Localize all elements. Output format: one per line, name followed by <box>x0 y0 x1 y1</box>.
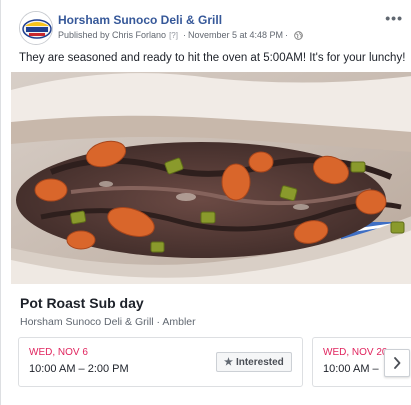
post-header: Horsham Sunoco Deli & Grill Published by… <box>12 8 407 48</box>
page-avatar[interactable] <box>19 11 53 45</box>
post-meta: Published by Chris Forlano [?] · Novembe… <box>58 30 303 40</box>
event-date-label-2: WED, NOV 20 <box>323 347 388 358</box>
sunoco-logo-icon <box>20 12 52 44</box>
post-card: Horsham Sunoco Deli & Grill Published by… <box>0 0 411 405</box>
post-text: They are seasoned and ready to hit the o… <box>19 52 406 64</box>
food-photo-illustration <box>11 72 411 284</box>
post-timestamp-link[interactable]: November 5 at 4:48 PM <box>188 30 283 40</box>
event-subtitle: Horsham Sunoco Deli & Grill · Ambler <box>20 316 196 328</box>
published-by-text: Published by Chris Forlano <box>58 30 167 40</box>
interested-button[interactable]: ★ Interested <box>216 352 292 372</box>
meta-separator: · <box>182 30 186 40</box>
event-title[interactable]: Pot Roast Sub day <box>20 295 144 311</box>
event-time-2: 10:00 AM – <box>323 363 379 375</box>
next-dates-button[interactable] <box>384 349 410 377</box>
event-time: 10:00 AM – 2:00 PM <box>29 363 129 375</box>
pot-roast-sub-photo[interactable] <box>11 72 411 284</box>
help-link[interactable]: [?] <box>169 31 178 40</box>
event-date-card[interactable]: WED, NOV 6 10:00 AM – 2:00 PM ★ Interest… <box>18 337 303 387</box>
more-options-icon[interactable]: ••• <box>385 10 403 26</box>
globe-icon <box>294 30 303 40</box>
event-date-label: WED, NOV 6 <box>29 347 88 358</box>
interested-button-label: Interested <box>235 356 284 368</box>
page-name-link[interactable]: Horsham Sunoco Deli & Grill <box>58 13 222 27</box>
chevron-right-icon <box>394 357 401 369</box>
meta-separator-2: · <box>285 30 289 40</box>
star-icon: ★ <box>224 356 233 368</box>
